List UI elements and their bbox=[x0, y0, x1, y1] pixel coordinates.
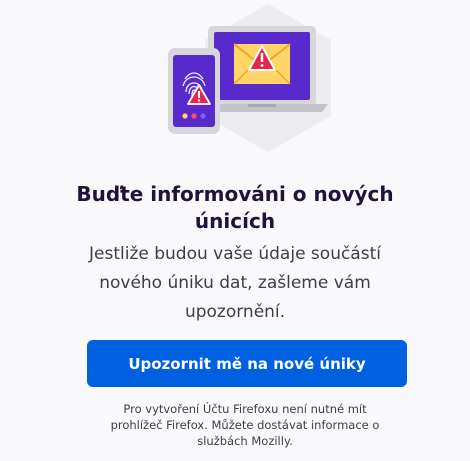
notify-breaches-button[interactable]: Upozornit mě na nové úniky bbox=[87, 340, 407, 387]
onboarding-title: Buďte informováni o nových únicích bbox=[76, 182, 394, 233]
onboarding-description: Jestliže budou vaše údaje součástí novéh… bbox=[89, 244, 381, 322]
status-dot bbox=[191, 113, 197, 119]
status-dot bbox=[182, 113, 188, 119]
status-dot bbox=[200, 113, 206, 119]
account-note: Pro vytvoření Účtu Firefoxu není nutné m… bbox=[110, 402, 380, 448]
breach-alert-illustration bbox=[0, 0, 470, 160]
phone-icon bbox=[168, 48, 220, 134]
